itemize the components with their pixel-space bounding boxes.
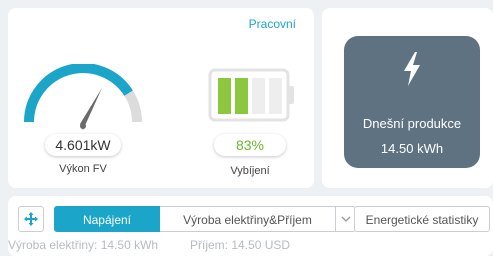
- gauge-pivot: [80, 123, 86, 129]
- tab-power[interactable]: Napájení: [54, 206, 160, 232]
- move-button[interactable]: [18, 206, 44, 232]
- tab-dropdown-button[interactable]: [336, 206, 356, 232]
- income-stat: Příjem: 14.50 USD: [190, 238, 291, 252]
- pv-power-value: 4.601kW: [45, 134, 121, 156]
- move-arrows-icon: [24, 212, 38, 226]
- battery-bar: [269, 78, 282, 114]
- daily-production-tile: Dnešní produkce 14.50 kWh: [344, 36, 480, 168]
- battery-bar: [218, 78, 231, 114]
- status-label: Pracovní: [248, 17, 296, 31]
- production-label: Dnešní produkce: [362, 116, 462, 131]
- tab-generation-income[interactable]: Výroba elektřiny&Příjem: [160, 206, 336, 232]
- battery-icon: [208, 68, 294, 122]
- battery-bar: [235, 78, 248, 114]
- battery-state-label: Vybíjení: [230, 165, 270, 177]
- lightning-bolt-icon: [404, 52, 420, 86]
- production-card: Dnešní produkce 14.50 kWh: [322, 8, 493, 188]
- chevron-down-icon: [341, 216, 351, 222]
- gauge-track: [24, 64, 142, 123]
- production-value: 14.50 kWh: [380, 141, 444, 156]
- tab-energy-statistics[interactable]: Energetické statistiky: [354, 206, 490, 232]
- pv-battery-card: Pracovní 4.601kW Výkon FV 83% Vybíjení: [8, 8, 314, 188]
- battery-soc-value: 83%: [214, 134, 286, 156]
- gauge-fill: [24, 64, 133, 123]
- power-gauge: [24, 64, 142, 130]
- battery-bar: [252, 78, 265, 114]
- chart-toolbar: Napájení Výroba elektřiny&Příjem Energet…: [8, 196, 493, 256]
- generation-stat: Výroba elektřiny: 14.50 kWh: [8, 238, 159, 252]
- pv-power-label: Výkon FV: [59, 163, 107, 175]
